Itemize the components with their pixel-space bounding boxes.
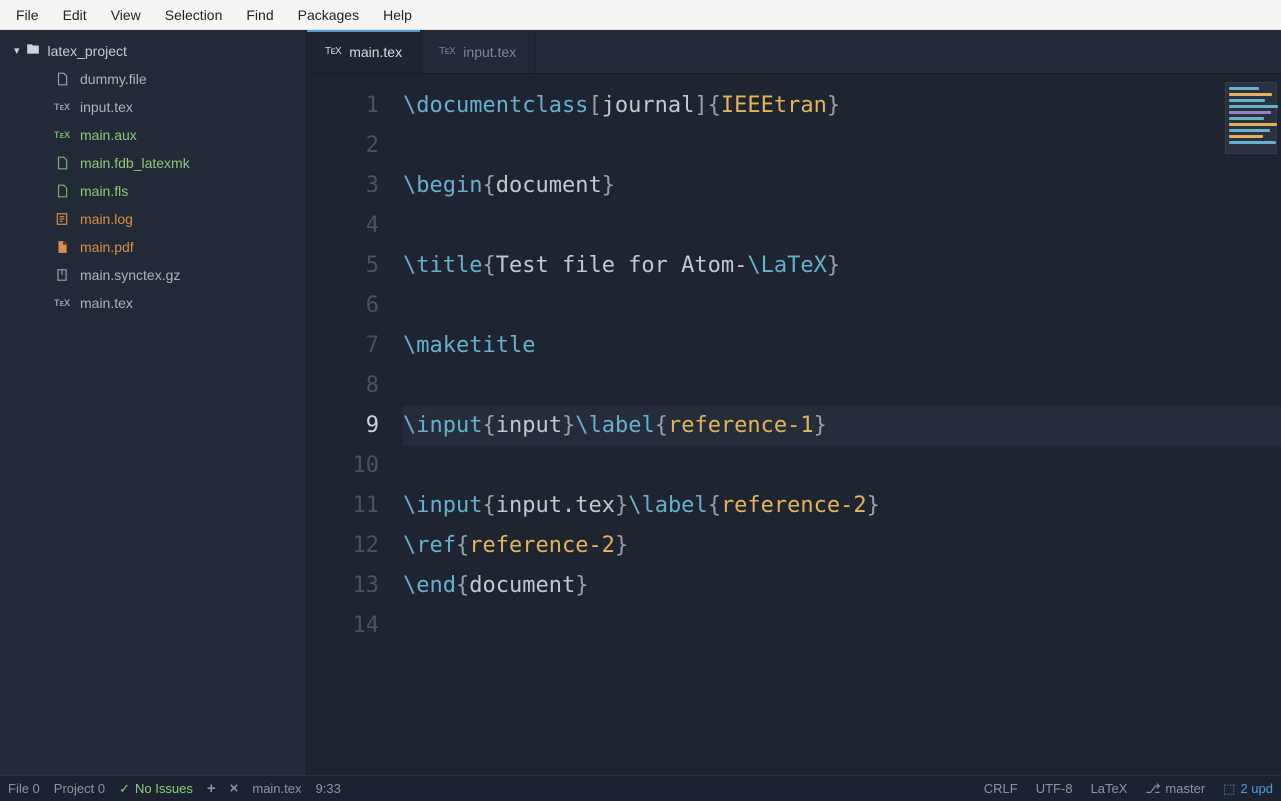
file-icon <box>54 183 70 199</box>
tree-file-label: main.synctex.gz <box>80 267 180 283</box>
menu-item-find[interactable]: Find <box>234 3 285 27</box>
code-line[interactable]: \maketitle <box>403 326 1281 366</box>
tree-file-label: dummy.file <box>80 71 147 87</box>
tex-icon: TᴇX <box>325 46 341 57</box>
code-line[interactable]: \end{document} <box>403 566 1281 606</box>
code-area[interactable]: \documentclass[journal]{IEEEtran} \begin… <box>403 74 1281 775</box>
status-filename[interactable]: main.tex <box>252 781 301 796</box>
log-icon <box>54 211 70 227</box>
file-tree-sidebar[interactable]: ▾ latex_project dummy.fileTᴇXinput.texTᴇ… <box>0 30 307 775</box>
code-line[interactable] <box>403 206 1281 246</box>
code-line[interactable]: \begin{document} <box>403 166 1281 206</box>
code-line[interactable] <box>403 126 1281 166</box>
tree-file[interactable]: main.synctex.gz <box>0 261 306 289</box>
status-updates[interactable]: ⬚ 2 upd <box>1223 781 1273 797</box>
code-line[interactable]: \documentclass[journal]{IEEEtran} <box>403 86 1281 126</box>
tex-icon: TᴇX <box>54 99 70 115</box>
line-number: 6 <box>307 286 403 326</box>
pdf-icon <box>54 239 70 255</box>
status-cursor-position[interactable]: 9:33 <box>316 781 341 796</box>
tree-file-label: main.tex <box>80 295 133 311</box>
package-icon: ⬚ <box>1223 781 1235 797</box>
code-line[interactable]: \input{input}\label{reference-1} <box>403 406 1281 446</box>
code-line[interactable] <box>403 366 1281 406</box>
tabbar: TᴇX main.tex TᴇX input.tex <box>307 30 1281 74</box>
tab-label: main.tex <box>349 44 402 60</box>
line-number: 1 <box>307 86 403 126</box>
zip-icon <box>54 267 70 283</box>
line-number: 2 <box>307 126 403 166</box>
tree-file[interactable]: main.log <box>0 205 306 233</box>
code-line[interactable] <box>403 606 1281 646</box>
status-line-ending[interactable]: CRLF <box>984 781 1018 796</box>
menu-item-selection[interactable]: Selection <box>153 3 235 27</box>
tab-label: input.tex <box>463 44 516 60</box>
tree-file-label: main.fdb_latexmk <box>80 155 190 171</box>
statusbar: File 0 Project 0 ✓ No Issues + × main.te… <box>0 775 1281 801</box>
tex-icon: TᴇX <box>439 46 455 57</box>
tree-file-label: main.pdf <box>80 239 134 255</box>
tree-file[interactable]: main.fls <box>0 177 306 205</box>
line-number: 10 <box>307 446 403 486</box>
file-icon <box>54 71 70 87</box>
line-number: 3 <box>307 166 403 206</box>
line-number: 7 <box>307 326 403 366</box>
menu-item-packages[interactable]: Packages <box>286 3 371 27</box>
tree-file[interactable]: main.pdf <box>0 233 306 261</box>
tree-file[interactable]: TᴇX input.tex <box>0 93 306 121</box>
add-icon[interactable]: + <box>207 780 216 797</box>
file-icon <box>54 155 70 171</box>
tree-file[interactable]: dummy.file <box>0 65 306 93</box>
chevron-down-icon: ▾ <box>14 44 20 57</box>
menu-item-help[interactable]: Help <box>371 3 424 27</box>
status-git-branch[interactable]: ⎇ master <box>1145 781 1205 797</box>
tree-file-label: main.aux <box>80 127 137 143</box>
minimap[interactable] <box>1225 82 1277 154</box>
tree-file-label: main.fls <box>80 183 128 199</box>
tab[interactable]: TᴇX input.tex <box>421 30 535 73</box>
tree-file[interactable]: TᴇX main.aux <box>0 121 306 149</box>
branch-icon: ⎇ <box>1145 781 1160 797</box>
editor-body[interactable]: 1234567891011121314 \documentclass[journ… <box>307 74 1281 775</box>
status-grammar[interactable]: LaTeX <box>1091 781 1128 796</box>
menu-item-view[interactable]: View <box>99 3 153 27</box>
code-line[interactable] <box>403 286 1281 326</box>
menu-item-file[interactable]: File <box>4 3 51 27</box>
line-number: 8 <box>307 366 403 406</box>
tree-file-label: input.tex <box>80 99 133 115</box>
check-icon: ✓ <box>119 781 130 797</box>
status-file-count[interactable]: File 0 <box>8 781 40 796</box>
folder-icon <box>26 42 40 59</box>
tree-file-label: main.log <box>80 211 133 227</box>
menu-item-edit[interactable]: Edit <box>51 3 99 27</box>
line-number: 12 <box>307 526 403 566</box>
main-area: ▾ latex_project dummy.fileTᴇXinput.texTᴇ… <box>0 30 1281 775</box>
line-number: 4 <box>307 206 403 246</box>
tree-file[interactable]: main.fdb_latexmk <box>0 149 306 177</box>
code-line[interactable]: \title{Test file for Atom-\LaTeX} <box>403 246 1281 286</box>
line-gutter: 1234567891011121314 <box>307 74 403 775</box>
tab[interactable]: TᴇX main.tex <box>307 30 421 73</box>
tree-root-folder[interactable]: ▾ latex_project <box>0 36 306 65</box>
line-number: 11 <box>307 486 403 526</box>
line-number: 9 <box>307 406 403 446</box>
status-encoding[interactable]: UTF-8 <box>1036 781 1073 796</box>
code-line[interactable]: \ref{reference-2} <box>403 526 1281 566</box>
close-icon[interactable]: × <box>230 780 239 797</box>
status-issues[interactable]: ✓ No Issues <box>119 781 193 797</box>
code-line[interactable] <box>403 446 1281 486</box>
line-number: 13 <box>307 566 403 606</box>
status-project-count[interactable]: Project 0 <box>54 781 105 796</box>
line-number: 14 <box>307 606 403 646</box>
tree-root-label: latex_project <box>48 43 127 59</box>
menubar: FileEditViewSelectionFindPackagesHelp <box>0 0 1281 30</box>
line-number: 5 <box>307 246 403 286</box>
tex-icon: TᴇX <box>54 295 70 311</box>
editor-pane: TᴇXmain.texTᴇXinput.tex 1234567891011121… <box>307 30 1281 775</box>
tree-file[interactable]: TᴇX main.tex <box>0 289 306 317</box>
code-line[interactable]: \input{input.tex}\label{reference-2} <box>403 486 1281 526</box>
tex-icon: TᴇX <box>54 127 70 143</box>
